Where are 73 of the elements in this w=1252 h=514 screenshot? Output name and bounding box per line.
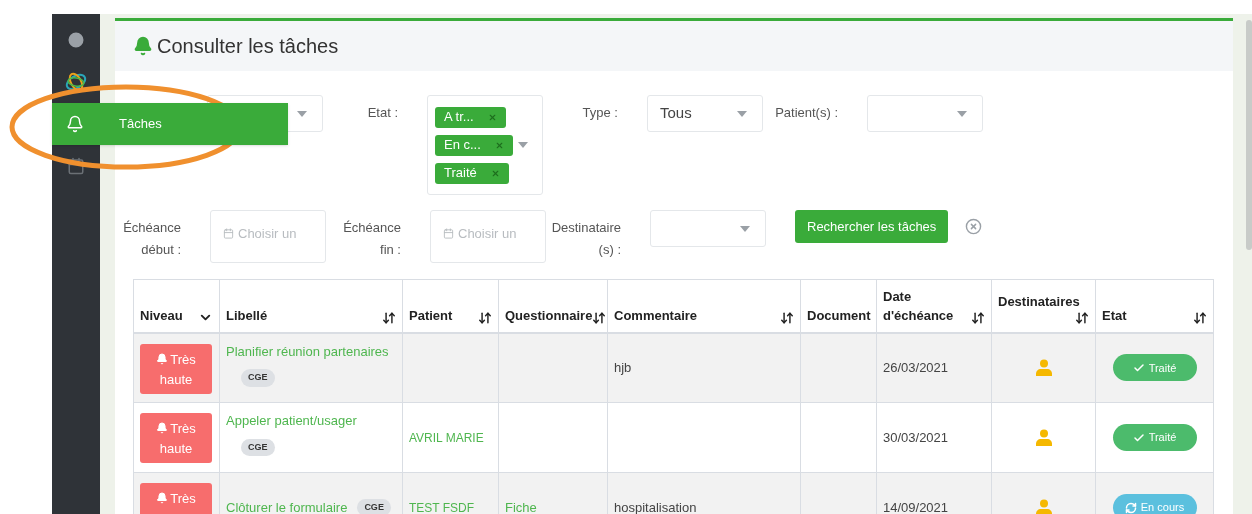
column-header[interactable]: Date d'échéance	[876, 279, 992, 333]
priority-badge: Très	[140, 483, 212, 514]
user-icon	[66, 30, 86, 50]
calendar-icon	[443, 228, 454, 239]
filter-label: Échéance fin :	[342, 219, 401, 259]
table-cell: hospitalisation	[614, 499, 697, 514]
caret-icon	[957, 110, 967, 117]
filter-label: Destinataire(s) :	[550, 219, 621, 259]
sort-icon[interactable]	[780, 310, 794, 325]
status-pill[interactable]: En cours	[1112, 494, 1197, 514]
column-header[interactable]: Patient	[402, 279, 499, 333]
page-title: Consulter les tâches	[157, 34, 339, 59]
person-icon	[1035, 499, 1052, 514]
calendar-icon	[223, 228, 234, 239]
sort-icon[interactable]	[382, 310, 396, 325]
patient-link[interactable]: AVRIL MARIE	[409, 430, 484, 445]
column-header[interactable]: Document	[800, 279, 877, 333]
state-tag: A tr...	[435, 106, 506, 128]
category-tag: CGE	[241, 369, 275, 387]
column-header[interactable]: Commentaire	[607, 279, 801, 333]
sort-icon[interactable]	[592, 310, 607, 325]
sidebar-flyout-menu[interactable]: Tâches	[52, 103, 288, 145]
column-header[interactable]: Questionnaire	[498, 279, 608, 333]
category-tag: CGE	[357, 498, 391, 514]
select-field[interactable]	[650, 210, 766, 247]
search-button[interactable]: Rechercher les tâches	[795, 210, 949, 243]
bell-icon	[66, 115, 84, 133]
filter-label: Échéance début :	[122, 219, 181, 259]
person-icon	[1035, 429, 1052, 446]
sort-icon[interactable]	[1075, 310, 1089, 325]
filter-label: Type :	[582, 104, 618, 122]
column-header[interactable]: Niveau	[133, 279, 220, 333]
calendar-icon	[67, 157, 85, 175]
task-link[interactable]: Planifier réunion partenaires	[226, 341, 396, 361]
caret-icon	[518, 142, 528, 148]
person-icon	[1035, 359, 1052, 377]
table-cell: 26/03/2021	[883, 360, 949, 375]
sort-icon[interactable]	[1193, 310, 1207, 325]
column-header[interactable]: Libellé	[219, 279, 403, 333]
priority-badge: Très haute	[140, 413, 212, 463]
sort-icon[interactable]	[478, 310, 492, 325]
table-cell: 14/09/2021	[883, 499, 949, 514]
status-pill[interactable]: Traité	[1112, 424, 1197, 451]
task-link[interactable]: Appeler patient/usager	[226, 411, 396, 431]
bell-icon	[133, 36, 153, 56]
table-cell: 30/03/2021	[883, 429, 949, 445]
bell-icon	[156, 352, 169, 365]
table-cell: hjb	[614, 360, 632, 375]
priority-badge: Très haute	[140, 343, 212, 394]
date-field[interactable]: Choisir un	[210, 210, 326, 263]
date-field[interactable]: Choisir un	[430, 210, 546, 263]
clear-icon[interactable]	[965, 218, 983, 235]
column-header[interactable]: Destinataires	[991, 279, 1096, 333]
caret-icon	[737, 110, 747, 117]
task-link[interactable]: Clôturer le formulaire	[226, 497, 348, 514]
select-field[interactable]	[867, 95, 983, 132]
check-icon	[1132, 361, 1145, 374]
select-field[interactable]: Tous	[647, 95, 763, 132]
bell-icon	[156, 492, 169, 505]
state-tag: Traité	[435, 162, 509, 184]
sort-icon[interactable]	[971, 310, 985, 325]
bell-icon	[156, 422, 169, 435]
status-pill[interactable]: Traité	[1112, 354, 1197, 382]
category-tag: CGE	[241, 438, 275, 456]
refresh-icon	[1124, 501, 1137, 514]
check-icon	[1132, 431, 1145, 444]
caret-icon	[740, 225, 750, 232]
state-tag: En c...	[435, 134, 513, 156]
filter-label: Patient(s) :	[775, 104, 838, 122]
filter-label: Etat :	[367, 104, 398, 122]
column-header[interactable]: Etat	[1095, 279, 1214, 333]
caret-icon	[297, 110, 307, 117]
questionnaire-link[interactable]: Fiche	[505, 499, 537, 514]
